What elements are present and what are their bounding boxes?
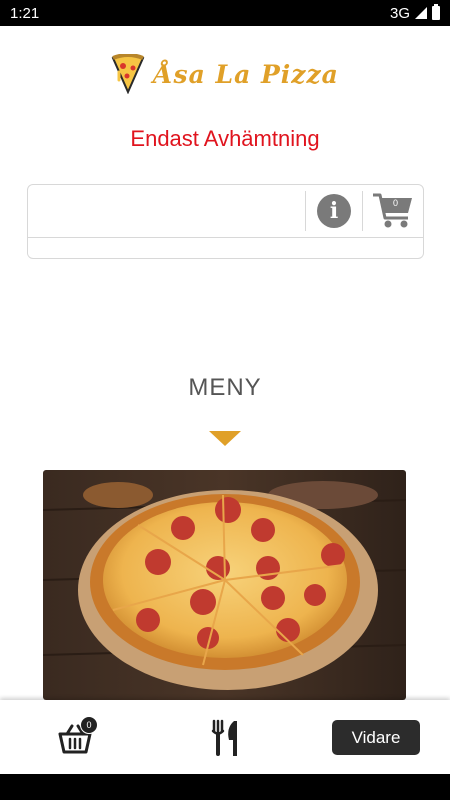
toolbar-row: i 0 (28, 185, 423, 238)
basket-button[interactable]: 0 (58, 716, 102, 756)
pizza-slice-icon (111, 54, 145, 94)
basket-count-badge: 0 (80, 716, 98, 734)
toolbar-panel: i 0 (27, 184, 424, 259)
cutlery-icon (211, 719, 237, 756)
navigation-bar (0, 774, 450, 800)
search-input[interactable] (28, 185, 305, 237)
bottom-bar: 0 Vidare (0, 700, 450, 774)
pickup-only-notice: Endast Avhämtning (130, 126, 320, 151)
info-icon[interactable]: i (317, 194, 351, 228)
pizza-image (43, 470, 406, 700)
cart-button[interactable]: 0 (372, 191, 414, 231)
cart-icon (373, 193, 412, 228)
cart-count: 0 (393, 198, 399, 208)
brand-logo[interactable]: Åsa La Pizza (0, 54, 450, 94)
brand-name: Åsa La Pizza (153, 59, 339, 89)
signal-icon (415, 7, 427, 19)
menu-arrow-icon[interactable] (209, 431, 241, 446)
status-icons: 3G (389, 4, 440, 22)
status-time: 1:21 (10, 4, 40, 22)
divider (362, 191, 363, 231)
menu-title: MENY (188, 374, 262, 401)
battery-icon (432, 4, 440, 20)
divider (305, 191, 306, 231)
status-bar: 1:21 3G (0, 0, 450, 26)
menu-cutlery-button[interactable] (208, 718, 242, 758)
network-label: 3G (389, 4, 410, 22)
next-button[interactable]: Vidare (332, 720, 420, 755)
